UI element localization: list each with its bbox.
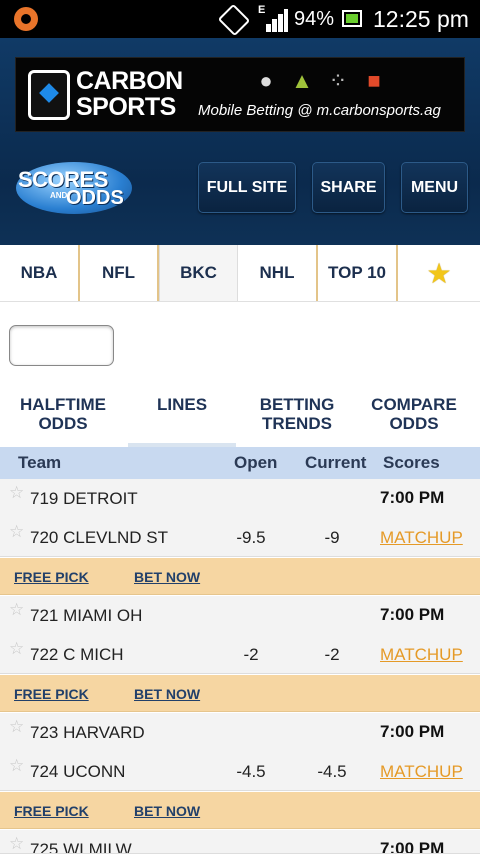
game-time: 7:00 PM [380, 722, 445, 741]
windows-icon: ■ [367, 68, 381, 93]
game-row: ☆ 725 WI MILW 7:00 PM [0, 830, 480, 854]
current-line: -4.5 [317, 762, 347, 781]
banner-tagline: Mobile Betting @ m.carbonsports.ag [198, 102, 441, 119]
team-name: 720 CLEVLND ST [30, 528, 168, 547]
tab-lines-label: LINES [156, 395, 208, 414]
bet-now-link[interactable]: BET NOW [134, 803, 200, 819]
scores-and-odds-logo[interactable]: SCORES AND ODDS [16, 162, 134, 216]
free-pick-link[interactable]: FREE PICK [14, 803, 89, 819]
favorite-star-icon[interactable]: ☆ [9, 522, 24, 542]
table-row: ☆ 722 C MICH -2 -2 MATCHUP [0, 635, 480, 674]
tab-trends-line1: BETTING [259, 395, 335, 414]
column-open: Open [234, 453, 278, 472]
platform-icons: ● ▲ ⁘ ■ [254, 68, 386, 94]
lines-table-header: Team Open Current Scores [0, 447, 480, 479]
site-header: CARBON SPORTS ● ▲ ⁘ ■ Mobile Betting @ m… [0, 38, 480, 245]
game-row: ☆ 719 DETROIT 7:00 PM ☆ 720 CLEVLND ST -… [0, 479, 480, 557]
tab-nhl[interactable]: NHL [238, 245, 318, 301]
tab-trends-line2: TRENDS [262, 414, 332, 433]
banner-brand: CARBON SPORTS [76, 68, 183, 120]
blackberry-icon: ⁘ [328, 68, 348, 93]
table-row: ☆ 721 MIAMI OH 7:00 PM [0, 596, 480, 635]
team-name: 719 DETROIT [30, 489, 138, 508]
ad-banner[interactable]: CARBON SPORTS ● ▲ ⁘ ■ Mobile Betting @ m… [15, 57, 465, 132]
carbon-sports-logo-icon [28, 70, 70, 120]
apple-icon: ● [259, 68, 273, 93]
tab-halftime-line2: ODDS [38, 414, 88, 433]
favorite-star-icon[interactable]: ☆ [9, 483, 24, 503]
tab-nba[interactable]: NBA [0, 245, 80, 301]
tab-compare-line2: ODDS [389, 414, 439, 433]
pick-bar: FREE PICK BET NOW [0, 675, 480, 712]
league-tabs: NBA NFL BKC NHL TOP 10 ★ [0, 245, 480, 302]
current-line: -9 [324, 528, 340, 547]
open-line: -4.5 [236, 762, 266, 781]
open-line: -9.5 [236, 528, 266, 547]
tab-halftime-odds[interactable]: HALFTIME ODDS [8, 395, 118, 433]
matchup-link[interactable]: MATCHUP [380, 528, 463, 548]
tab-lines[interactable]: LINES [128, 395, 236, 447]
share-button[interactable]: SHARE [312, 162, 385, 213]
tab-compare-line1: COMPARE [371, 395, 457, 414]
status-clock: 12:25 pm [373, 6, 469, 32]
android-icon: ▲ [291, 68, 313, 93]
app-notification-icon [14, 7, 38, 31]
bet-now-link[interactable]: BET NOW [134, 686, 200, 702]
column-current: Current [305, 453, 367, 472]
banner-brand-line2: SPORTS [76, 93, 176, 121]
free-pick-link[interactable]: FREE PICK [14, 569, 89, 585]
game-row: ☆ 721 MIAMI OH 7:00 PM ☆ 722 C MICH -2 -… [0, 596, 480, 674]
full-site-button[interactable]: FULL SITE [198, 162, 296, 213]
banner-brand-line1: CARBON [76, 67, 183, 95]
table-row: ☆ 720 CLEVLND ST -9.5 -9 MATCHUP [0, 518, 480, 557]
open-line: -2 [243, 645, 259, 664]
battery-percent: 94% [294, 8, 335, 30]
logo-and-text: AND [50, 191, 68, 200]
tab-halftime-line1: HALFTIME [20, 395, 106, 414]
tab-top10[interactable]: TOP 10 [318, 245, 398, 301]
screen-rotation-icon [217, 3, 251, 37]
game-row: ☆ 723 HARVARD 7:00 PM ☆ 724 UCONN -4.5 -… [0, 713, 480, 791]
team-name: 723 HARVARD [30, 723, 145, 742]
game-time: 7:00 PM [380, 839, 445, 854]
battery-icon [342, 10, 362, 27]
bet-now-link[interactable]: BET NOW [134, 569, 200, 585]
favorite-star-icon[interactable]: ☆ [9, 834, 24, 853]
table-row: ☆ 723 HARVARD 7:00 PM [0, 713, 480, 752]
tab-bkc[interactable]: BKC [159, 245, 238, 301]
favorite-star-icon[interactable]: ☆ [9, 639, 24, 659]
date-select[interactable] [9, 325, 114, 366]
team-name: 725 WI MILW [30, 840, 132, 854]
favorite-star-icon[interactable]: ☆ [9, 600, 24, 620]
favorites-star-icon: ★ [426, 257, 452, 289]
team-name: 722 C MICH [30, 645, 124, 664]
tab-betting-trends[interactable]: BETTING TRENDS [243, 395, 351, 433]
favorite-star-icon[interactable]: ☆ [9, 756, 24, 776]
table-row: ☆ 725 WI MILW 7:00 PM [0, 830, 480, 854]
tab-favorites[interactable]: ★ [398, 245, 480, 301]
favorite-star-icon[interactable]: ☆ [9, 717, 24, 737]
game-time: 7:00 PM [380, 488, 445, 507]
signal-strength-icon: E [258, 4, 288, 32]
tab-nfl[interactable]: NFL [80, 245, 159, 301]
table-row: ☆ 724 UCONN -4.5 -4.5 MATCHUP [0, 752, 480, 791]
team-name: 724 UCONN [30, 762, 126, 781]
column-team: Team [18, 453, 62, 472]
free-pick-link[interactable]: FREE PICK [14, 686, 89, 702]
matchup-link[interactable]: MATCHUP [380, 645, 463, 665]
pick-bar: FREE PICK BET NOW [0, 792, 480, 829]
matchup-link[interactable]: MATCHUP [380, 762, 463, 782]
column-scores: Scores [383, 453, 440, 472]
game-time: 7:00 PM [380, 605, 445, 624]
network-type-label: E [258, 4, 266, 16]
table-row: ☆ 719 DETROIT 7:00 PM [0, 479, 480, 518]
status-bar: E 94% 12:25 pm [0, 0, 480, 38]
menu-button[interactable]: MENU [401, 162, 468, 213]
tab-compare-odds[interactable]: COMPARE ODDS [358, 395, 470, 433]
logo-odds-text: ODDS [66, 187, 124, 209]
current-line: -2 [324, 645, 340, 664]
team-name: 721 MIAMI OH [30, 606, 143, 625]
pick-bar: FREE PICK BET NOW [0, 558, 480, 595]
